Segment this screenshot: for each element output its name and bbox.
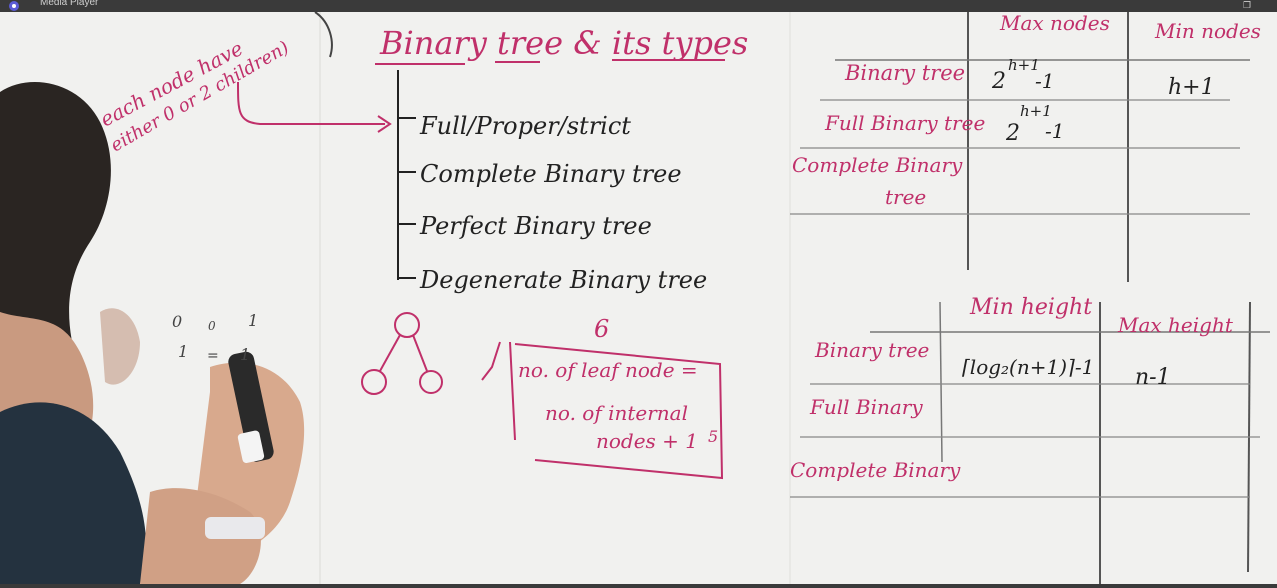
window-title: Media Player	[40, 0, 99, 8]
cell-min: h+1	[1168, 75, 1215, 100]
row-label: Full Binary	[809, 395, 923, 419]
title-bar: Media Player ❐	[0, 0, 1277, 12]
box-side: 5	[708, 427, 718, 446]
whiteboard-scene: each node have either 0 or 2 children) B…	[0, 12, 1277, 584]
scribble: 1	[178, 342, 188, 361]
row-label: Binary tree	[814, 338, 929, 362]
box-line: no. of internal	[545, 401, 688, 425]
cell-max-height: n-1	[1135, 365, 1171, 390]
row-label: Complete Binary	[790, 458, 961, 482]
type-item: Degenerate Binary tree	[419, 266, 707, 294]
type-item: Full/Proper/strict	[419, 112, 631, 140]
row-label: Full Binary tree	[824, 111, 985, 135]
scribble: 1	[240, 345, 250, 364]
cell-tail: -1	[1035, 69, 1054, 93]
type-item: Perfect Binary tree	[419, 212, 652, 240]
box-line: no. of leaf node =	[518, 358, 698, 382]
col-min-nodes: Min nodes	[1154, 19, 1261, 43]
row-label: tree	[885, 185, 926, 209]
box-number: 6	[594, 315, 609, 343]
row-label: Binary tree	[844, 61, 965, 85]
cell-tail: -1	[1045, 119, 1064, 143]
box-line: nodes + 1	[596, 429, 698, 453]
bottom-bar	[0, 584, 1277, 588]
scribble: 0	[172, 312, 182, 331]
row-label: Complete Binary	[792, 153, 963, 177]
restore-window-icon[interactable]: ❐	[1243, 0, 1253, 11]
video-frame[interactable]: each node have either 0 or 2 children) B…	[0, 12, 1277, 584]
scribble: =	[207, 348, 219, 364]
scribble: 0	[208, 319, 216, 333]
media-player-icon	[9, 1, 19, 11]
cell-base: 2	[1005, 121, 1020, 146]
col-min-height: Min height	[969, 295, 1092, 320]
col-max-nodes: Max nodes	[999, 12, 1110, 35]
col-max-height: Max height	[1117, 313, 1234, 337]
cell-min-height: ⌈log₂(n+1)⌉-1	[962, 355, 1094, 379]
cell-exp: h+1	[1020, 102, 1052, 120]
board-heading: Binary tree & its types	[379, 24, 748, 62]
type-item: Complete Binary tree	[420, 160, 682, 188]
cell-base: 2	[991, 69, 1006, 94]
scribble: 1	[248, 311, 258, 330]
